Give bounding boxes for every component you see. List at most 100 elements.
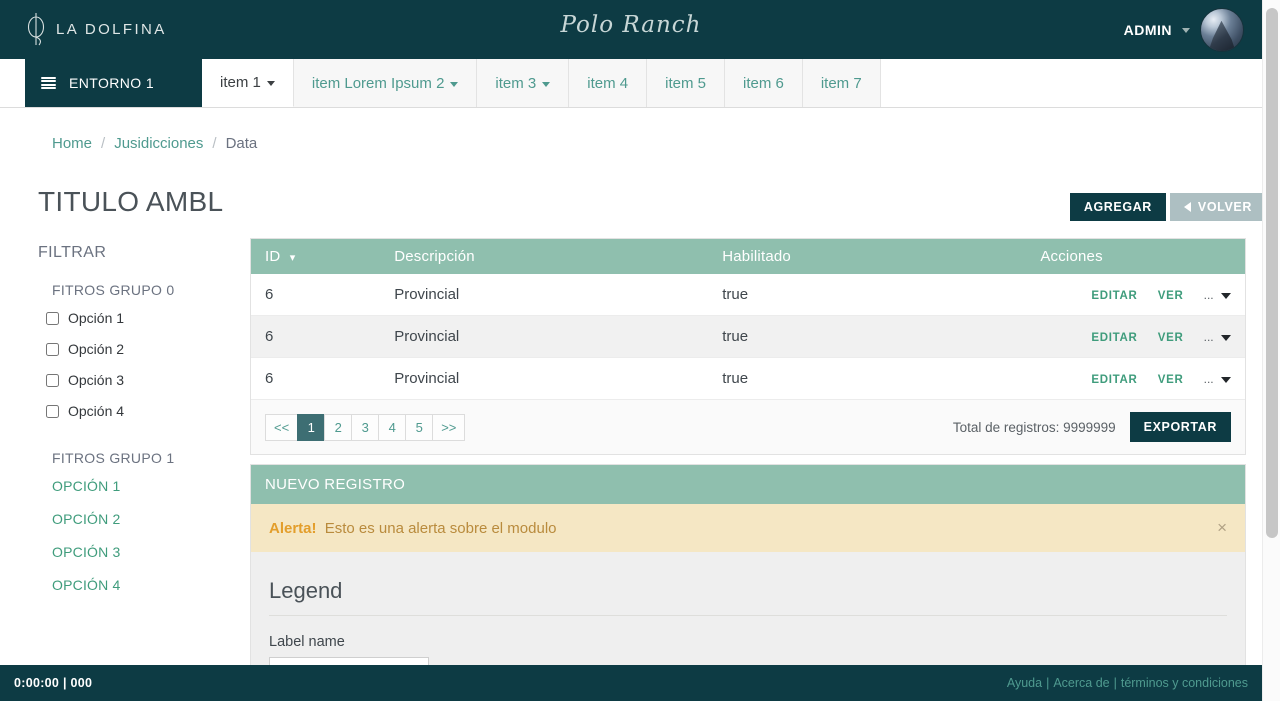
filter-link-3[interactable]: OPCIÓN 3 <box>38 544 243 560</box>
breadcrumb-item-jusidicciones[interactable]: Jusidicciones <box>114 135 203 152</box>
avatar[interactable] <box>1200 8 1244 52</box>
environment-selector[interactable]: ENTORNO 1 <box>25 59 202 107</box>
more-actions-button[interactable]: ... <box>1204 288 1231 302</box>
footer-link-terminos[interactable]: términos y condiciones <box>1121 676 1248 690</box>
hamburger-icon[interactable] <box>41 77 56 89</box>
filter-link-1[interactable]: OPCIÓN 1 <box>38 478 243 494</box>
breadcrumb: Home / Jusidicciones / Data <box>52 135 257 152</box>
tab-item-7[interactable]: item 7 <box>802 59 881 107</box>
back-button[interactable]: VOLVER <box>1169 193 1266 221</box>
view-link[interactable]: VER <box>1158 332 1184 344</box>
add-button[interactable]: AGREGAR <box>1069 193 1166 221</box>
more-actions-button[interactable]: ... <box>1204 372 1231 386</box>
footer-links: Ayuda | Acerca de | términos y condicion… <box>1007 676 1248 690</box>
pagination-page-3[interactable]: 3 <box>351 413 380 441</box>
admin-menu[interactable]: ADMIN <box>1124 8 1244 52</box>
filter-title: FILTRAR <box>38 244 107 261</box>
filter-checkbox-2[interactable]: Opción 2 <box>38 341 243 357</box>
more-actions-label: ... <box>1203 372 1214 386</box>
view-link[interactable]: VER <box>1158 290 1184 302</box>
tab-item-5[interactable]: item 5 <box>647 59 725 107</box>
breadcrumb-item-home[interactable]: Home <box>52 135 92 152</box>
pagination-summary: Total de registros: 9999999 EXPORTAR <box>953 412 1231 442</box>
tab-label: item 6 <box>742 74 784 92</box>
table-body: 6 Provincial true EDITAR VER ... 6 Provi… <box>251 274 1245 400</box>
alert-text: Esto es una alerta sobre el modulo <box>324 519 557 537</box>
new-record-form: Legend Label name <box>251 552 1245 673</box>
tab-item-2[interactable]: item Lorem Ipsum 2 <box>293 59 478 107</box>
filter-checkbox-input-1[interactable] <box>46 311 59 325</box>
filter-sidebar: FILTRAR FITROS GRUPO 0 Opción 1 Opción 2… <box>38 244 243 610</box>
filter-checkbox-input-4[interactable] <box>46 404 59 418</box>
column-header-id-label: ID <box>265 248 281 265</box>
filter-group-0-title: FITROS GRUPO 0 <box>52 282 175 298</box>
filter-checkbox-label-1: Opción 1 <box>68 310 125 326</box>
column-header-descripcion[interactable]: Descripción <box>380 239 709 274</box>
export-button[interactable]: EXPORTAR <box>1129 412 1231 442</box>
column-header-habilitado[interactable]: Habilitado <box>708 239 1027 274</box>
tab-item-6[interactable]: item 6 <box>724 59 803 107</box>
filter-checkbox-3[interactable]: Opción 3 <box>38 372 243 388</box>
table-header-row: ID ▾ Descripción Habilitado Acciones <box>251 239 1245 274</box>
edit-link[interactable]: EDITAR <box>1091 290 1137 302</box>
breadcrumb-separator: / <box>212 135 217 152</box>
table-row[interactable]: 6 Provincial true EDITAR VER ... <box>251 274 1245 316</box>
chevron-down-icon <box>450 81 459 87</box>
cell-habilitado: true <box>708 357 1027 400</box>
cell-habilitado: true <box>708 315 1027 358</box>
caret-down-icon <box>1221 335 1231 341</box>
filter-checkbox-1[interactable]: Opción 1 <box>38 310 243 326</box>
caret-down-icon: ▾ <box>289 251 296 264</box>
footer-link-ayuda[interactable]: Ayuda <box>1007 676 1042 690</box>
column-header-id[interactable]: ID ▾ <box>251 239 381 274</box>
filter-checkbox-label-3: Opción 3 <box>68 372 125 388</box>
tab-item-1[interactable]: item 1 <box>202 59 294 107</box>
chevron-down-icon <box>1182 27 1190 33</box>
breadcrumb-separator: / <box>101 135 106 152</box>
pagination-page-2[interactable]: 2 <box>324 413 353 441</box>
total-records-text: Total de registros: 9999999 <box>952 419 1116 435</box>
filter-checkbox-4[interactable]: Opción 4 <box>38 403 243 419</box>
filter-link-4[interactable]: OPCIÓN 4 <box>38 577 243 593</box>
filter-group-1-title: FITROS GRUPO 1 <box>52 450 175 466</box>
scrollbar-thumb[interactable] <box>1266 8 1278 538</box>
cell-descripcion: Provincial <box>380 274 709 316</box>
pagination-page-4[interactable]: 4 <box>378 413 407 441</box>
caret-down-icon <box>1221 293 1231 299</box>
tab-list: item 1 item Lorem Ipsum 2 item 3 item 4 … <box>202 59 881 107</box>
pagination-page-1[interactable]: 1 <box>297 413 326 441</box>
legend-title: Legend <box>269 578 1227 616</box>
edit-link[interactable]: EDITAR <box>1091 374 1137 386</box>
tab-item-3[interactable]: item 3 <box>477 59 570 107</box>
new-record-title: NUEVO REGISTRO <box>251 465 1245 504</box>
filter-checkbox-label-2: Opción 2 <box>68 341 125 357</box>
new-record-panel: NUEVO REGISTRO Alerta! Esto es una alert… <box>250 464 1246 674</box>
pagination-last[interactable]: >> <box>432 413 466 441</box>
more-actions-label: ... <box>1203 288 1214 302</box>
filter-link-2[interactable]: OPCIÓN 2 <box>38 511 243 527</box>
cell-descripcion: Provincial <box>380 357 709 400</box>
table-row[interactable]: 6 Provincial true EDITAR VER ... <box>251 357 1245 400</box>
footer-link-acerca-de[interactable]: Acerca de <box>1053 676 1109 690</box>
page-actions: AGREGAR VOLVER <box>1069 193 1266 221</box>
edit-link[interactable]: EDITAR <box>1091 332 1137 344</box>
table-row[interactable]: 6 Provincial true EDITAR VER ... <box>251 315 1245 358</box>
close-icon[interactable]: × <box>1203 518 1227 538</box>
tab-item-4[interactable]: item 4 <box>569 59 648 107</box>
filter-checkbox-input-2[interactable] <box>46 342 59 356</box>
page-scrollbar[interactable] <box>1262 0 1280 701</box>
view-link[interactable]: VER <box>1158 374 1184 386</box>
pagination: << 1 2 3 4 5 >> <box>265 413 466 441</box>
tab-label: item 5 <box>665 74 706 92</box>
cell-id: 6 <box>251 274 381 316</box>
pagination-page-5[interactable]: 5 <box>405 413 434 441</box>
more-actions-button[interactable]: ... <box>1204 330 1231 344</box>
chevron-left-icon <box>1183 202 1191 212</box>
cell-id: 6 <box>251 315 381 358</box>
cell-id: 6 <box>251 357 381 400</box>
tab-label: item Lorem Ipsum 2 <box>311 74 445 92</box>
filter-checkbox-input-3[interactable] <box>46 373 59 387</box>
more-actions-label: ... <box>1203 330 1214 344</box>
pagination-first[interactable]: << <box>265 413 299 441</box>
cell-descripcion: Provincial <box>380 315 709 358</box>
